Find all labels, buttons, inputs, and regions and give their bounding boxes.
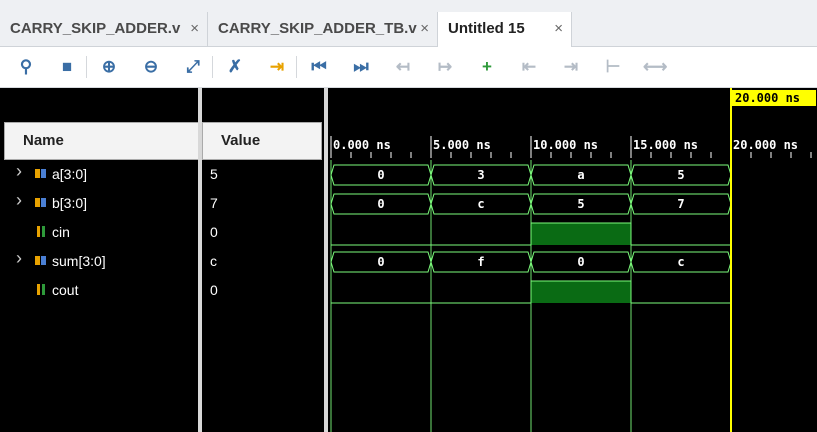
tab-carry-skip-adder[interactable]: CARRY_SKIP_ADDER.v × bbox=[0, 12, 208, 46]
go-to-start-icon[interactable]: ⏮ bbox=[307, 55, 331, 79]
signal-name: cout bbox=[52, 282, 79, 298]
next-transition-icon[interactable]: ↦ bbox=[433, 55, 457, 79]
high-level-fill bbox=[531, 281, 631, 303]
save-icon[interactable]: ■ bbox=[55, 55, 79, 79]
bit-waveform bbox=[331, 222, 731, 246]
waveform-toolbar: ⚲ ■ ⊕ ⊖ ⤢ ✗ ⇥ ⏮ ⏭ ↤ ↦ + ⇤ ⇥ ⊢ ⟷ bbox=[0, 47, 817, 88]
bus-value-label: 0 bbox=[377, 255, 384, 269]
previous-transition-icon[interactable]: ↤ bbox=[391, 55, 415, 79]
signal-name: a[3:0] bbox=[52, 166, 88, 182]
bus-value-label: 5 bbox=[577, 197, 584, 211]
toolbar-separator bbox=[212, 56, 213, 78]
waveform-viewer: Name Value › a[3:0] 5 › b[3:0] 7 cin 0 › sum[3:0]… bbox=[0, 88, 817, 432]
bus-value-label: 7 bbox=[677, 197, 684, 211]
time-tick-label: 5.000 ns bbox=[433, 138, 491, 152]
add-marker-icon[interactable]: + bbox=[475, 55, 499, 79]
signal-name: b[3:0] bbox=[52, 195, 88, 211]
bus-value-label: 5 bbox=[677, 168, 684, 182]
tab-label: CARRY_SKIP_ADDER_TB.v bbox=[218, 20, 417, 37]
bit-waveform bbox=[331, 280, 731, 304]
tab-label: CARRY_SKIP_ADDER.v bbox=[10, 20, 181, 37]
chevron-right-icon[interactable]: › bbox=[16, 248, 22, 269]
signal-value: 0 bbox=[210, 282, 218, 298]
tab-carry-skip-adder-tb[interactable]: CARRY_SKIP_ADDER_TB.v × bbox=[208, 12, 438, 46]
signal-row[interactable]: cin 0 bbox=[0, 218, 326, 247]
go-to-end-icon[interactable]: ⏭ bbox=[349, 55, 373, 79]
bus-value-label: 0 bbox=[577, 255, 584, 269]
bus-signal-icon bbox=[35, 198, 46, 207]
signal-value: 0 bbox=[210, 224, 218, 240]
bus-value-label: a bbox=[577, 168, 584, 182]
bus-signal-icon bbox=[35, 169, 46, 178]
signal-value: 7 bbox=[210, 195, 218, 211]
previous-marker-icon[interactable]: ⇤ bbox=[517, 55, 541, 79]
waveform-canvas[interactable]: 0.000 ns 5.000 ns 10.000 ns 15.000 ns 20.000… bbox=[328, 88, 817, 432]
time-tick-label: 20.000 ns bbox=[733, 138, 798, 152]
bus-value-label: c bbox=[677, 255, 684, 269]
time-tick-label: 0.000 ns bbox=[333, 138, 391, 152]
signal-value: c bbox=[210, 253, 217, 269]
bus-value-label: f bbox=[477, 255, 484, 269]
search-icon[interactable]: ⚲ bbox=[14, 55, 38, 79]
bit-signal-icon bbox=[37, 226, 45, 237]
signal-row[interactable]: › b[3:0] 7 bbox=[0, 189, 326, 218]
toolbar-separator bbox=[296, 56, 297, 78]
close-icon[interactable]: × bbox=[554, 12, 563, 46]
cursor-remove-icon[interactable]: ✗ bbox=[223, 55, 247, 79]
bus-signal-icon bbox=[35, 256, 46, 265]
zoom-in-icon[interactable]: ⊕ bbox=[97, 55, 121, 79]
close-icon[interactable]: × bbox=[190, 12, 199, 46]
go-to-cursor-icon[interactable]: ⇥ bbox=[265, 55, 289, 79]
snap-to-transition-icon[interactable]: ⟷ bbox=[643, 55, 667, 79]
cursor-time-label: 20.000 ns bbox=[735, 91, 800, 105]
tab-label: Untitled 15 bbox=[448, 20, 525, 37]
chevron-right-icon[interactable]: › bbox=[16, 190, 22, 211]
signal-row[interactable]: cout 0 bbox=[0, 276, 326, 305]
bus-value-label: 0 bbox=[377, 197, 384, 211]
time-tick-label: 15.000 ns bbox=[633, 138, 698, 152]
next-marker-icon[interactable]: ⇥ bbox=[559, 55, 583, 79]
close-icon[interactable]: × bbox=[420, 12, 429, 46]
value-column-header[interactable]: Value bbox=[202, 122, 322, 160]
chevron-right-icon[interactable]: › bbox=[16, 161, 22, 182]
signal-name: sum[3:0] bbox=[52, 253, 106, 269]
bus-value-label: 3 bbox=[477, 168, 484, 182]
swap-cursors-icon[interactable]: ⊢ bbox=[601, 55, 625, 79]
zoom-fit-icon[interactable]: ⤢ bbox=[181, 55, 205, 79]
signal-value: 5 bbox=[210, 166, 218, 182]
bus-value-label: 0 bbox=[377, 168, 384, 182]
signal-name: cin bbox=[52, 224, 70, 240]
signal-row[interactable]: › a[3:0] 5 bbox=[0, 160, 326, 189]
tab-bar: CARRY_SKIP_ADDER.v × CARRY_SKIP_ADDER_TB.… bbox=[0, 0, 817, 47]
time-tick-label: 10.000 ns bbox=[533, 138, 598, 152]
signal-row[interactable]: › sum[3:0] c bbox=[0, 247, 326, 276]
zoom-out-icon[interactable]: ⊖ bbox=[139, 55, 163, 79]
bus-value-label: c bbox=[477, 197, 484, 211]
bit-signal-icon bbox=[37, 284, 45, 295]
high-level-fill bbox=[531, 223, 631, 245]
toolbar-separator bbox=[86, 56, 87, 78]
tab-untitled-15[interactable]: Untitled 15 × bbox=[438, 12, 572, 47]
name-column-header[interactable]: Name bbox=[4, 122, 200, 160]
